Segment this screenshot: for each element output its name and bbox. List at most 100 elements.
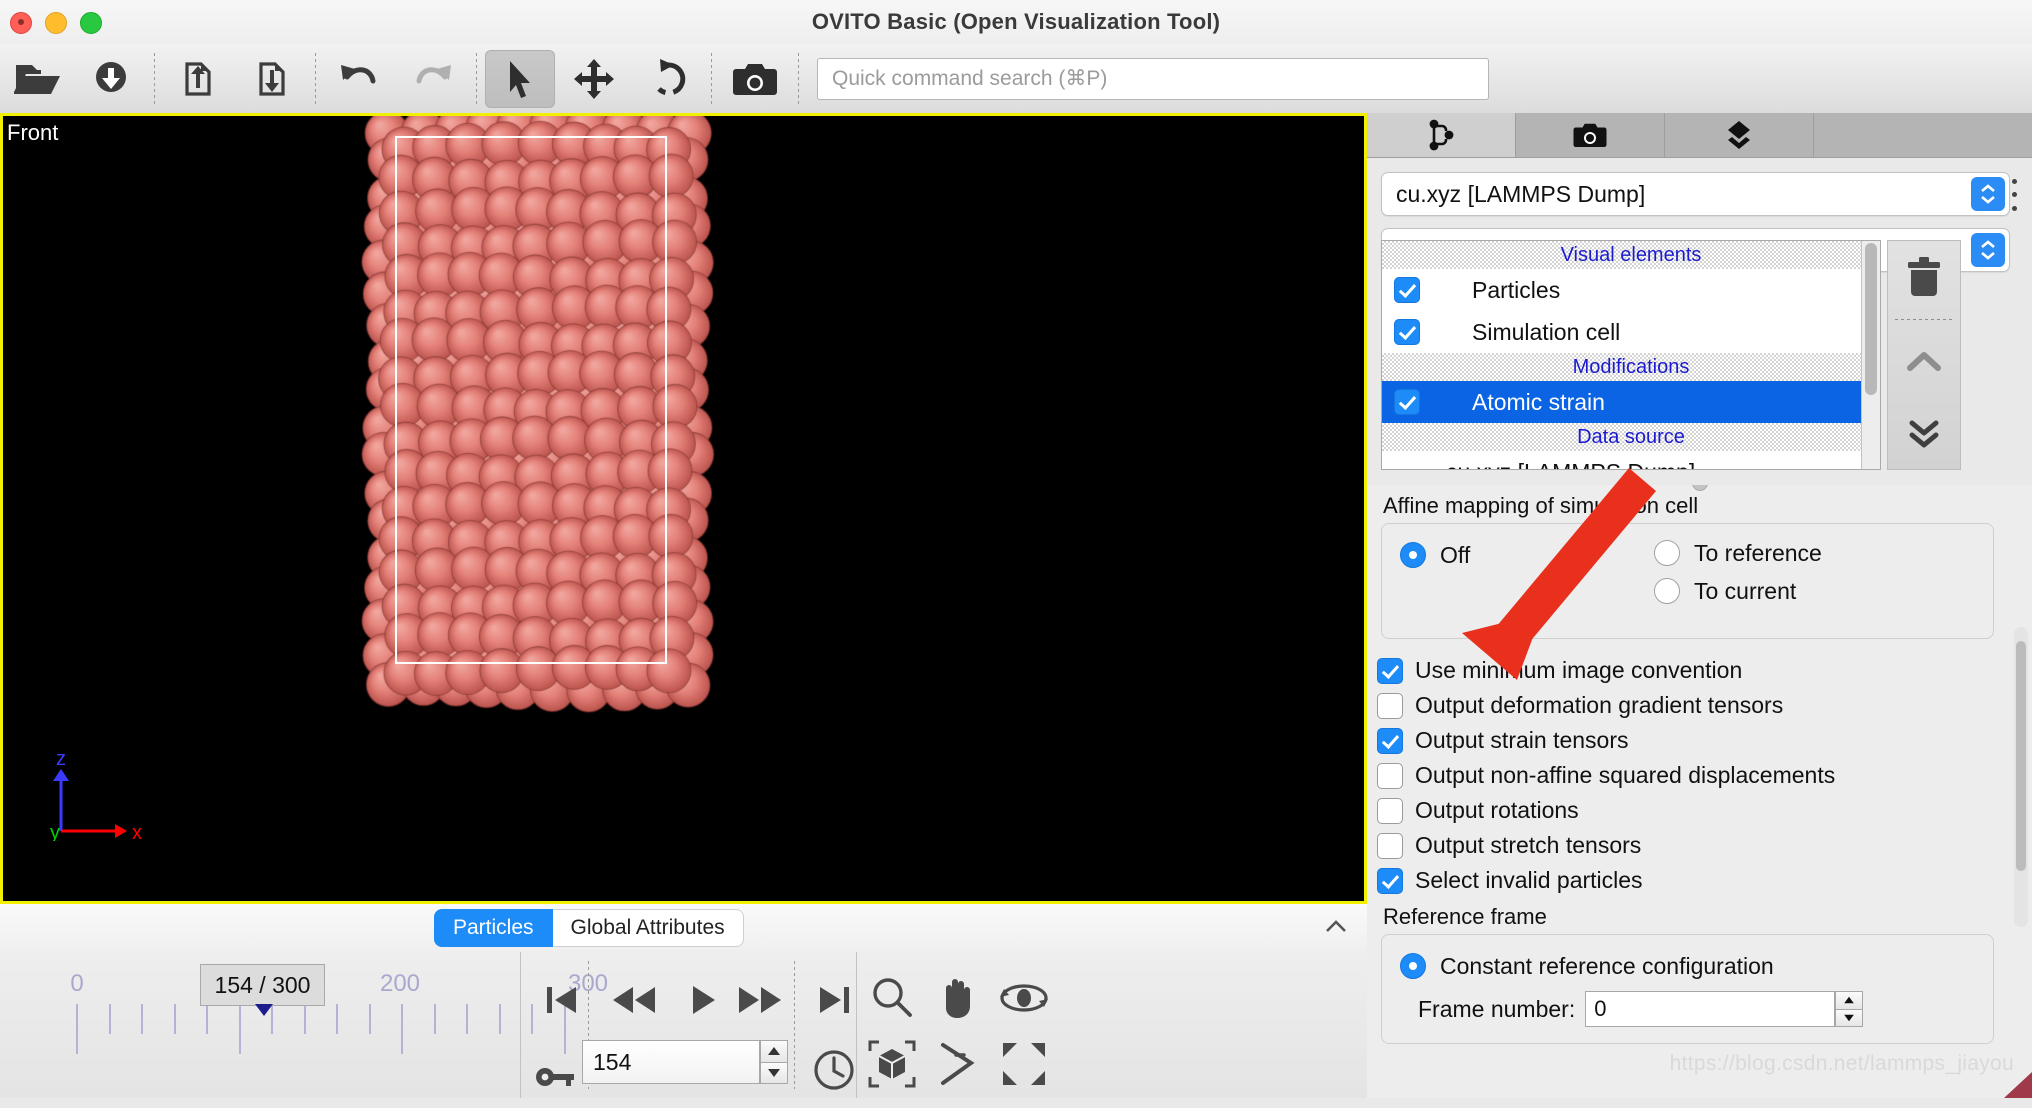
pipeline-selector-dropdown[interactable] [1971, 177, 2005, 211]
zoom-button[interactable] [80, 12, 102, 34]
zoom-tool-button[interactable] [860, 966, 924, 1030]
frame-number-label: Frame number: [1418, 995, 1576, 1022]
zoom-scene-extents-button[interactable] [860, 1032, 924, 1096]
triangle-down-icon [768, 1068, 780, 1077]
frame-spinner-down[interactable] [760, 1061, 788, 1084]
field-of-view-button[interactable] [926, 1032, 990, 1096]
command-panel: cu.xyz [LAMMPS Dump] Add modification...… [1367, 113, 2032, 1098]
undo-button[interactable] [324, 50, 394, 108]
quick-command-search[interactable] [817, 57, 1489, 100]
output-deformation-gradient-checkbox[interactable] [1377, 692, 1403, 719]
viewport-front[interactable]: Front z x y [0, 113, 1367, 904]
toolbar-separator [315, 52, 316, 105]
option-output-rotations[interactable]: Output rotations [1367, 793, 2032, 828]
output-rotations-checkbox[interactable] [1377, 797, 1403, 824]
tab-pipeline[interactable] [1367, 113, 1516, 157]
pipeline-menu-button[interactable] [2001, 175, 2027, 215]
orbit-tool-button[interactable] [992, 966, 1056, 1030]
pipeline-item-label: Atomic strain [1472, 388, 1605, 415]
option-select-invalid-particles[interactable]: Select invalid particles [1367, 863, 2032, 898]
collapse-panel-button[interactable] [1323, 916, 1349, 943]
pipeline-list[interactable]: Visual elements Particles Simulation cel… [1381, 240, 1881, 470]
jump-to-start-button[interactable] [530, 968, 594, 1032]
option-output-strain-tensors[interactable]: Output strain tensors [1367, 723, 2032, 758]
chevron-updown-icon [1981, 240, 1995, 260]
simulation-cell-visibility-checkbox[interactable] [1394, 319, 1420, 345]
constant-reference-configuration-row[interactable]: Constant reference configuration [1382, 947, 1993, 985]
particles-visibility-checkbox[interactable] [1394, 277, 1420, 303]
panel-resize-grip[interactable] [1691, 485, 1708, 491]
select-invalid-particles-checkbox[interactable] [1377, 867, 1403, 894]
play-animation-button[interactable] [670, 968, 734, 1032]
option-label: Output non-affine squared displacements [1415, 762, 1836, 788]
pipeline-item-particles[interactable]: Particles [1382, 269, 1880, 311]
constant-reference-radio[interactable] [1400, 953, 1426, 979]
affine-to-reference-label: To reference [1694, 539, 1822, 566]
file-up-icon [185, 61, 211, 96]
reference-frame-spinner[interactable] [1835, 991, 1864, 1027]
rotate-icon [657, 58, 686, 95]
tab-render[interactable] [1516, 113, 1665, 157]
affine-mapping-to-current[interactable]: To current [1654, 572, 1822, 610]
use-minimum-image-convention-checkbox[interactable] [1377, 657, 1403, 684]
tab-overlays[interactable] [1665, 113, 1814, 157]
move-modifier-down-button[interactable] [1888, 397, 1960, 469]
previous-frame-button[interactable] [602, 968, 666, 1032]
axis-tripod: z x y [50, 751, 142, 841]
orbit-eye-icon [1000, 984, 1048, 1012]
save-session-button[interactable] [163, 50, 233, 108]
tab-particles[interactable]: Particles [434, 909, 553, 947]
move-modifier-up-button[interactable] [1888, 326, 1960, 398]
window-controls[interactable] [10, 12, 102, 34]
cube-frame-icon [868, 1040, 916, 1088]
reference-frame-spinner-up[interactable] [1835, 991, 1864, 1009]
load-session-button[interactable] [237, 50, 307, 108]
search-input[interactable] [830, 65, 1476, 92]
render-active-button[interactable] [720, 50, 790, 108]
minimize-button[interactable] [45, 12, 67, 34]
pipeline-item-atomic-strain[interactable]: Atomic strain [1382, 381, 1880, 423]
add-modification-dropdown[interactable] [1971, 233, 2005, 267]
move-mode-button[interactable] [559, 50, 629, 108]
viewport-tools [860, 952, 1100, 1098]
pipeline-selector[interactable]: cu.xyz [LAMMPS Dump] [1381, 172, 2010, 216]
option-use-minimum-image-convention[interactable]: Use minimum image convention [1367, 653, 2032, 688]
pipeline-item-data-source[interactable]: cu.xyz [LAMMPS Dump] [1382, 451, 1880, 470]
scrollbar-thumb[interactable] [1865, 243, 1877, 395]
option-output-non-affine-squared-displacements[interactable]: Output non-affine squared displacements [1367, 758, 2032, 793]
maximize-viewport-button[interactable] [992, 1032, 1056, 1096]
timeline-thumb[interactable] [255, 1004, 273, 1016]
reference-frame-number-field[interactable]: 0 [1585, 991, 1836, 1027]
delete-modifier-button[interactable] [1888, 241, 1960, 313]
reference-frame-spinner-down[interactable] [1835, 1008, 1864, 1027]
output-strain-tensors-checkbox[interactable] [1377, 727, 1403, 754]
frame-spinner[interactable]: 154 [582, 1040, 788, 1084]
rotate-mode-button[interactable] [633, 50, 703, 108]
frame-number-field[interactable]: 154 [582, 1040, 760, 1084]
redo-button[interactable] [398, 50, 468, 108]
section-header-visual-elements: Visual elements [1382, 241, 1880, 269]
pan-tool-button[interactable] [926, 966, 990, 1030]
scrollbar-thumb[interactable] [2016, 641, 2026, 871]
next-frame-button[interactable] [728, 968, 792, 1032]
affine-mapping-to-reference[interactable]: To reference [1654, 534, 1822, 572]
option-output-deformation-gradient-tensors[interactable]: Output deformation gradient tensors [1367, 688, 2032, 723]
affine-to-current-radio[interactable] [1654, 578, 1680, 604]
tab-global-attributes[interactable]: Global Attributes [552, 909, 744, 947]
option-output-stretch-tensors[interactable]: Output stretch tensors [1367, 828, 2032, 863]
affine-to-reference-radio[interactable] [1654, 540, 1680, 566]
auto-key-button[interactable] [524, 1044, 588, 1108]
properties-scrollbar[interactable] [2014, 627, 2028, 927]
output-non-affine-checkbox[interactable] [1377, 762, 1403, 789]
atomic-strain-enable-checkbox[interactable] [1394, 389, 1420, 415]
output-stretch-tensors-checkbox[interactable] [1377, 832, 1403, 859]
affine-off-radio[interactable] [1400, 542, 1426, 568]
main-toolbar [0, 44, 2032, 114]
load-remote-button[interactable] [76, 50, 146, 108]
pipeline-item-simulation-cell[interactable]: Simulation cell [1382, 311, 1880, 353]
frame-spinner-up[interactable] [760, 1040, 788, 1062]
open-file-button[interactable] [2, 50, 72, 108]
close-button[interactable] [10, 12, 32, 34]
select-mode-button[interactable] [485, 49, 555, 108]
pipeline-list-scrollbar[interactable] [1861, 241, 1880, 469]
